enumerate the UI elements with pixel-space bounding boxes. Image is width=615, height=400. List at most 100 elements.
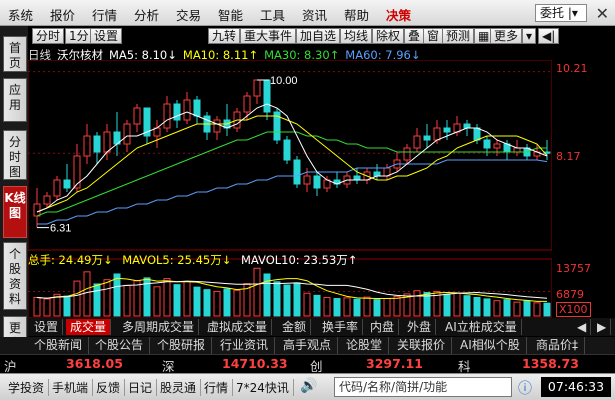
chevron-right-icon[interactable]: ▶ <box>593 319 612 335</box>
chevron-down-icon[interactable]: ▾ <box>522 28 537 44</box>
forecast-button[interactable]: 预测 <box>442 28 475 44</box>
volume-bar <box>463 295 471 317</box>
info-tab-announcements[interactable]: 个股公告 <box>89 337 151 354</box>
indicator-tab-virtual[interactable]: 虚拟成交量 <box>203 319 273 335</box>
status-mobile[interactable]: 手机端 <box>52 379 94 396</box>
candle-body <box>433 127 441 141</box>
volume-bar <box>523 300 531 317</box>
info-tab-expert[interactable]: 高手观点 <box>277 337 339 354</box>
indicator-tab-amount[interactable]: 金额 <box>278 319 312 335</box>
status-flash-news[interactable]: 7*24快讯 <box>236 379 294 396</box>
settings-button[interactable]: 设置 <box>90 28 123 44</box>
status-feedback[interactable]: 反馈 <box>96 379 126 396</box>
menu-item-trade[interactable]: 交易 <box>176 5 201 24</box>
volume-bar <box>63 295 71 317</box>
index-cy-value[interactable]: 3297.11 <box>366 356 423 371</box>
menu-item-market[interactable]: 行情 <box>92 5 117 24</box>
search-input[interactable]: 代码/名称/简拼/功能 <box>334 377 512 397</box>
menu-item-analysis[interactable]: 分析 <box>134 5 159 24</box>
chevron-down-icon: |▾ <box>567 6 578 20</box>
indicator-tab-multi-period[interactable]: 多周期成交量 <box>118 319 200 335</box>
info-tab-forum[interactable]: 论股堂 <box>340 337 390 354</box>
major-events-button[interactable]: 重大事件 <box>240 28 297 44</box>
candle-body <box>473 127 481 141</box>
candle-body <box>133 107 141 125</box>
mavol5-value: MAVOL5: 25.45万↓ <box>122 253 232 267</box>
indicator-tab-turnover[interactable]: 换手率 <box>318 319 364 335</box>
volume-unit: X100 <box>556 302 591 317</box>
menu-item-quote[interactable]: 报价 <box>50 5 75 24</box>
status-market[interactable]: 行情 <box>204 379 234 396</box>
indicator-tab-ai[interactable]: AI立桩成交量 <box>441 319 522 335</box>
overlay-button[interactable]: 叠 <box>404 28 425 44</box>
info-icon[interactable]: ⓘ <box>518 378 532 398</box>
chevron-left-icon[interactable]: ◀ <box>573 319 592 335</box>
tab-stock-profile-label: 个股资料 <box>8 247 21 306</box>
timeshare-button[interactable]: 分时 <box>32 28 65 44</box>
info-tab-related[interactable]: 关联报价 <box>391 337 453 354</box>
indicator-tab-volume[interactable]: 成交量 <box>66 319 112 335</box>
status-bar: 学投资 手机端 反馈 日记 股灵通 行情 7*24快讯 🔊 代码/名称/简拼/功… <box>0 373 615 400</box>
entrust-dropdown[interactable]: 委托 |▾ <box>535 4 587 22</box>
info-tab-research[interactable]: 个股研报 <box>151 337 213 354</box>
candle-body <box>53 179 61 197</box>
more-button[interactable]: 更多 <box>490 28 523 44</box>
volume-bar <box>293 282 301 317</box>
index-sh-value[interactable]: 3618.05 <box>66 356 123 371</box>
status-diary[interactable]: 日记 <box>128 379 158 396</box>
indicator-tab-inner[interactable]: 内盘 <box>366 319 400 335</box>
candle-body <box>293 159 301 185</box>
left-tab-bar: 首页 应用 分时图 K线图 个股资料 更多 <box>0 26 28 350</box>
candle-body <box>193 99 201 117</box>
index-bar: 沪 3618.05 深 14710.33 创 3297.11 科 1358.73 <box>0 354 615 374</box>
info-tab-ai-similar[interactable]: AI相似个股 <box>454 337 527 354</box>
window-button[interactable]: 窗 <box>423 28 444 44</box>
price-axis: 10.21 8.17 13757 6879 X100 <box>552 46 615 317</box>
indicator-tab-settings[interactable]: 设置 <box>30 319 64 335</box>
moving-average-button[interactable]: 均线 <box>340 28 373 44</box>
info-tab-commodity[interactable]: 商品价‡ <box>530 337 586 354</box>
menu-item-smart[interactable]: 智能 <box>218 5 243 24</box>
nine-turn-button[interactable]: 九转 <box>208 28 241 44</box>
status-stock-spirit[interactable]: 股灵通 <box>160 379 202 396</box>
one-minute-button[interactable]: 1分 <box>65 28 93 44</box>
tab-kline[interactable]: K线图 <box>3 186 27 238</box>
rewind-icon[interactable]: ◀| <box>538 28 560 44</box>
menu-item-news[interactable]: 资讯 <box>302 5 327 24</box>
volume-bar <box>33 296 41 317</box>
indicator-tabs: 设置 成交量 多周期成交量 虚拟成交量 金额 换手率 内盘 外盘 AI立桩成交量… <box>28 318 615 336</box>
total-volume: 总手: 24.49万↓ <box>28 253 113 267</box>
index-sz-value[interactable]: 14710.33 <box>222 356 288 371</box>
candle-body <box>303 175 311 185</box>
low-marker-label: 6.31 <box>50 223 71 235</box>
candle-body <box>123 123 131 145</box>
volume-bar <box>233 289 241 317</box>
kline-chart[interactable]: 10.00 6.31 <box>28 60 552 318</box>
speaker-icon[interactable]: 🔊 <box>300 378 317 394</box>
candle-body <box>43 195 51 205</box>
status-learn[interactable]: 学投资 <box>8 379 50 396</box>
volume-bar <box>453 292 461 317</box>
candle-body <box>103 131 111 153</box>
volume-bar <box>203 289 211 317</box>
tab-apps[interactable]: 应用 <box>3 78 27 122</box>
close-icon[interactable]: ✕ <box>596 4 609 23</box>
info-tab-industry[interactable]: 行业资讯 <box>214 337 276 354</box>
tab-home[interactable]: 首页 <box>3 36 27 72</box>
info-tab-news[interactable]: 个股新闻 <box>28 337 90 354</box>
add-watchlist-button[interactable]: 加自选 <box>296 28 341 44</box>
menu-item-decision[interactable]: 决策 <box>386 5 411 24</box>
tab-timeshare[interactable]: 分时图 <box>3 130 27 180</box>
candle-body <box>443 127 451 133</box>
index-kc-value[interactable]: 1358.73 <box>522 356 579 371</box>
candle-body <box>183 99 191 121</box>
ex-rights-button[interactable]: 除权 <box>372 28 405 44</box>
candle-body <box>313 175 321 189</box>
tab-stock-profile[interactable]: 个股资料 <box>3 242 27 310</box>
price-axis-top: 10.21 <box>556 62 588 75</box>
menu-item-tools[interactable]: 工具 <box>260 5 285 24</box>
menu-item-system[interactable]: 系统 <box>8 5 33 24</box>
candle-body <box>213 119 221 133</box>
menu-item-help[interactable]: 帮助 <box>344 5 369 24</box>
indicator-tab-outer[interactable]: 外盘 <box>403 319 437 335</box>
